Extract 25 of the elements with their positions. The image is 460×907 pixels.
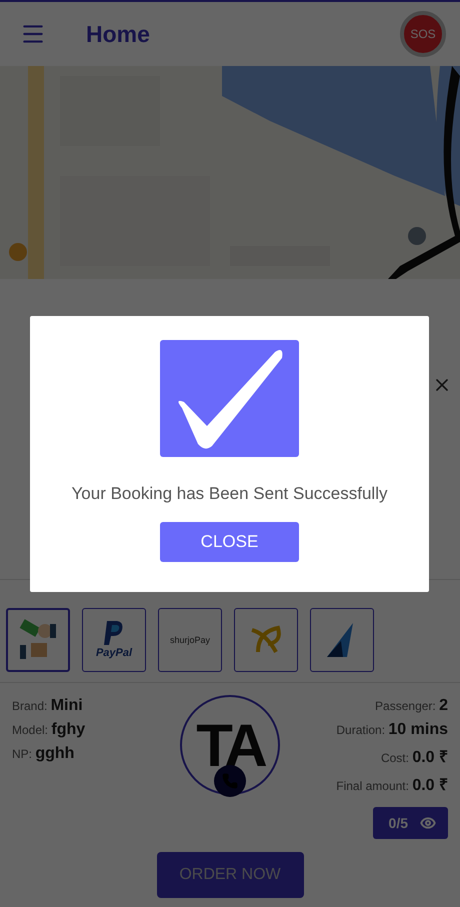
payment-option[interactable] [310,608,374,672]
payment-option[interactable] [6,608,70,672]
payment-option[interactable] [234,608,298,672]
ride-detail: Passenger: 2 [375,697,448,715]
ride-detail: Duration: 10 mins [336,721,448,739]
checkmark-icon [160,340,299,457]
dialog-message: Your Booking has Been Sent Successfully [72,484,388,504]
payment-label: shurjoPay [170,635,210,645]
rating-button[interactable]: 0/5 [372,807,448,839]
ride-detail: Model: fghy [12,721,86,739]
sos-button[interactable]: SOS [400,11,446,57]
payment-option[interactable]: PayPal [82,608,146,672]
ride-detail: Cost: 0.0 ₹ [380,748,448,767]
payment-label: PayPal [96,647,132,659]
phone-icon [222,773,238,789]
payment-option[interactable]: shurjoPay [158,608,222,672]
p-letter-icon [104,621,124,645]
driver-avatar: TA [180,695,280,795]
close-button[interactable]: CLOSE [160,522,299,562]
ride-detail: NP: gghh [12,745,74,763]
page-title: Home [86,20,151,48]
call-button[interactable] [214,765,246,797]
ride-detail: Brand: Mini [12,697,83,715]
ride-detail: Final amount: 0.0 ₹ [336,776,448,795]
eye-icon [420,815,436,831]
